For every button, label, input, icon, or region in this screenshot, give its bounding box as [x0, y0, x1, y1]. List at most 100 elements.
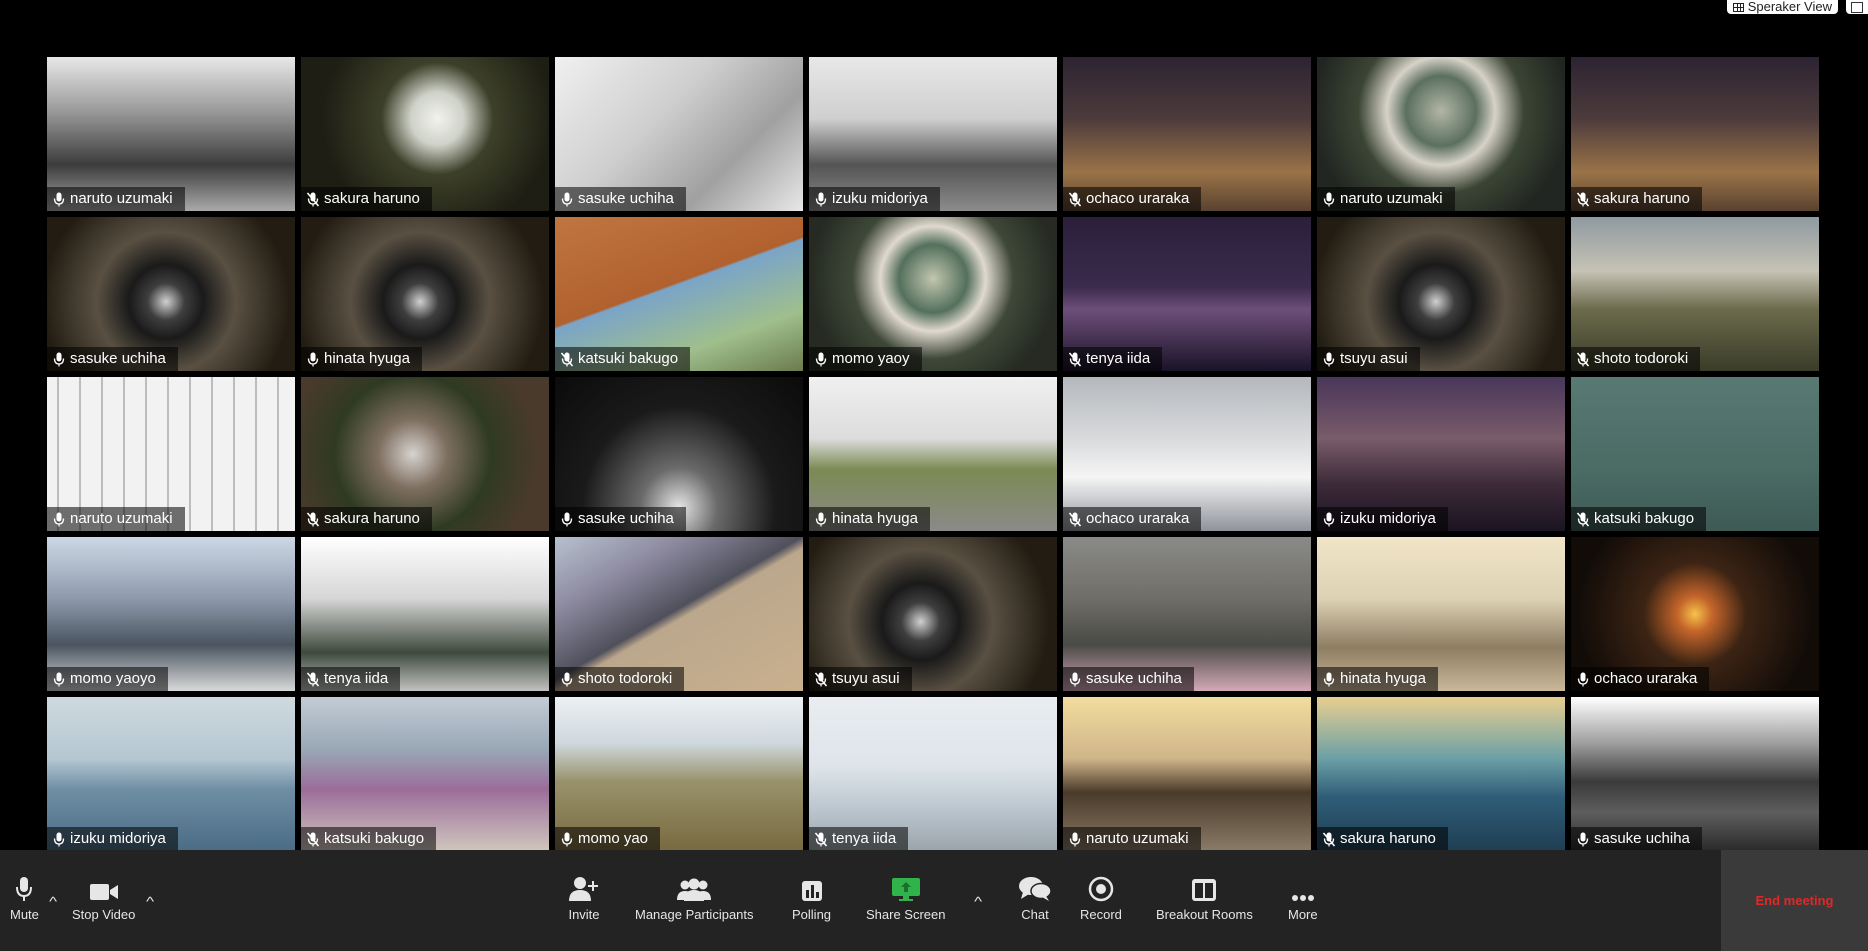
breakout-rooms-label: Breakout Rooms	[1156, 907, 1253, 922]
participant-tile[interactable]: momo yaoyo	[47, 537, 295, 691]
participant-name: tenya iida	[832, 830, 897, 847]
end-meeting-button[interactable]: End meeting	[1721, 850, 1868, 951]
participant-name-tag: katsuki bakugo	[301, 827, 437, 851]
participant-tile[interactable]: tenya iida	[1063, 217, 1311, 371]
muted-microphone-icon	[307, 832, 319, 847]
participant-tile[interactable]: katsuki bakugo	[555, 217, 803, 371]
participant-tile[interactable]: ochaco uraraka	[1063, 57, 1311, 211]
participant-name-tag: sakura haruno	[301, 187, 432, 211]
share-options-caret[interactable]: ^	[974, 894, 982, 909]
participant-name-tag: izuku midoriya	[47, 827, 178, 851]
muted-microphone-icon	[561, 352, 573, 367]
participant-name: tsuyu asui	[832, 670, 900, 687]
fullscreen-icon[interactable]	[1846, 0, 1868, 14]
muted-microphone-icon	[1069, 512, 1081, 527]
participant-tile[interactable]: sasuke uchiha	[1063, 537, 1311, 691]
participant-tile[interactable]: ochaco uraraka	[1571, 537, 1819, 691]
muted-microphone-icon	[307, 512, 319, 527]
participant-name: hinata hyuga	[324, 350, 410, 367]
participant-tile[interactable]: izuku midoriya	[809, 57, 1057, 211]
polling-button[interactable]: Polling	[792, 872, 831, 932]
microphone-icon	[1577, 672, 1589, 687]
more-button[interactable]: More	[1288, 872, 1318, 932]
add-user-icon	[568, 872, 600, 902]
participant-name-tag: sakura haruno	[1317, 827, 1448, 851]
video-options-caret[interactable]: ^	[146, 894, 154, 909]
participant-tile[interactable]: sasuke uchiha	[47, 217, 295, 371]
muted-microphone-icon	[815, 672, 827, 687]
participant-tile[interactable]: sasuke uchiha	[1571, 697, 1819, 851]
breakout-rooms-button[interactable]: Breakout Rooms	[1156, 872, 1253, 932]
participant-tile[interactable]: katsuki bakugo	[1571, 377, 1819, 531]
participant-tile[interactable]: momo yaoy	[809, 217, 1057, 371]
participant-name: naruto uzumaki	[70, 510, 173, 527]
participant-name: sasuke uchiha	[578, 510, 674, 527]
poll-chart-icon	[801, 872, 823, 902]
stop-video-button[interactable]: Stop Video	[72, 872, 135, 932]
share-screen-icon	[891, 872, 921, 902]
microphone-icon	[1069, 672, 1081, 687]
muted-microphone-icon	[1069, 192, 1081, 207]
microphone-icon	[561, 832, 573, 847]
participant-name-tag: ochaco uraraka	[1063, 187, 1202, 211]
participant-tile[interactable]: sakura haruno	[301, 377, 549, 531]
participant-name-tag: tenya iida	[301, 667, 401, 691]
participant-tile[interactable]: shoto todoroki	[1571, 217, 1819, 371]
participant-tile[interactable]: sasuke uchiha	[555, 57, 803, 211]
participant-name-tag: ochaco uraraka	[1063, 507, 1202, 531]
participant-tile[interactable]: naruto uzumaki	[1317, 57, 1565, 211]
microphone-icon	[561, 192, 573, 207]
share-screen-button[interactable]: Share Screen	[866, 872, 946, 932]
participant-name-tag: tenya iida	[809, 827, 909, 851]
participant-tile[interactable]: sakura haruno	[1571, 57, 1819, 211]
manage-participants-button[interactable]: Manage Participants	[635, 872, 754, 932]
participant-tile[interactable]: hinata hyuga	[301, 217, 549, 371]
muted-microphone-icon	[1577, 192, 1589, 207]
participant-tile[interactable]: shoto todoroki	[555, 537, 803, 691]
participant-name-tag: momo yaoy	[809, 347, 922, 371]
record-button[interactable]: Record	[1080, 872, 1122, 932]
share-screen-label: Share Screen	[866, 907, 946, 922]
participant-tile[interactable]: naruto uzumaki	[1063, 697, 1311, 851]
microphone-icon	[53, 192, 65, 207]
participant-tile[interactable]: izuku midoriya	[47, 697, 295, 851]
participant-tile[interactable]: katsuki bakugo	[301, 697, 549, 851]
participant-name-tag: momo yaoyo	[47, 667, 168, 691]
participants-icon	[676, 872, 712, 902]
participant-name-tag: sasuke uchiha	[47, 347, 178, 371]
participant-name-tag: hinata hyuga	[1317, 667, 1438, 691]
participant-tile[interactable]: hinata hyuga	[809, 377, 1057, 531]
chat-button[interactable]: Chat	[1018, 872, 1052, 932]
participant-tile[interactable]: sakura haruno	[1317, 697, 1565, 851]
microphone-icon	[815, 512, 827, 527]
participant-tile[interactable]: tsuyu asui	[809, 537, 1057, 691]
microphone-icon	[815, 192, 827, 207]
participant-name: sakura haruno	[324, 190, 420, 207]
audio-options-caret[interactable]: ^	[49, 894, 57, 909]
invite-button[interactable]: Invite	[568, 872, 600, 932]
participant-tile[interactable]: tsuyu asui	[1317, 217, 1565, 371]
participant-tile[interactable]: izuku midoriya	[1317, 377, 1565, 531]
participant-tile[interactable]: sakura haruno	[301, 57, 549, 211]
participant-tile[interactable]: naruto uzumaki	[47, 57, 295, 211]
microphone-icon	[1323, 512, 1335, 527]
participant-tile[interactable]: ochaco uraraka	[1063, 377, 1311, 531]
speaker-view-button[interactable]: Speraker View	[1726, 0, 1838, 14]
participant-tile[interactable]: naruto uzumaki	[47, 377, 295, 531]
participant-tile[interactable]: tenya iida	[301, 537, 549, 691]
mute-button[interactable]: Mute	[10, 872, 39, 932]
participant-name: ochaco uraraka	[1086, 510, 1190, 527]
participant-tile[interactable]: tenya iida	[809, 697, 1057, 851]
microphone-icon	[561, 512, 573, 527]
microphone-icon	[815, 352, 827, 367]
participant-tile[interactable]: momo yao	[555, 697, 803, 851]
participant-tile[interactable]: hinata hyuga	[1317, 537, 1565, 691]
participant-name-tag: izuku midoriya	[809, 187, 940, 211]
participant-name-tag: naruto uzumaki	[1317, 187, 1455, 211]
microphone-icon	[307, 352, 319, 367]
participant-name: naruto uzumaki	[1340, 190, 1443, 207]
participant-name-tag: naruto uzumaki	[47, 507, 185, 531]
participant-tile[interactable]: sasuke uchiha	[555, 377, 803, 531]
participant-name: momo yao	[578, 830, 649, 847]
participant-name: sasuke uchiha	[1594, 830, 1690, 847]
